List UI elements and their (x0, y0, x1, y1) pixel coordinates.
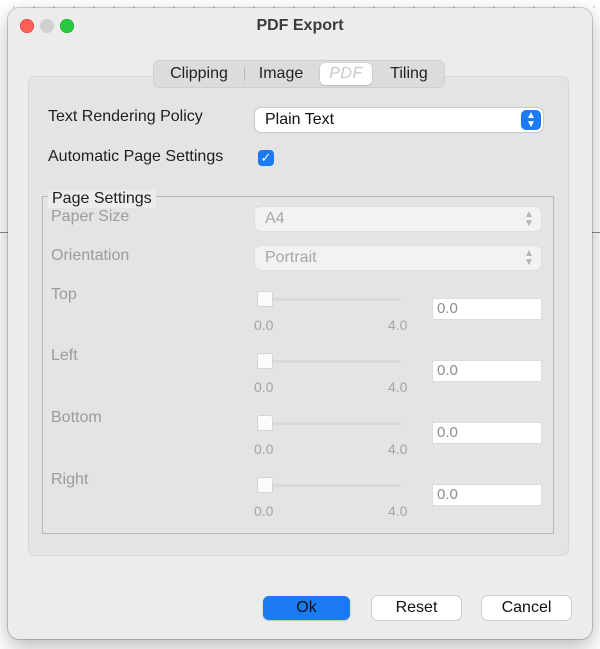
paper-size-select[interactable]: A4 ▲ ▼ (255, 207, 541, 231)
margin-right-slider[interactable] (258, 484, 401, 487)
margin-right-input[interactable]: 0.0 (432, 484, 542, 506)
margin-right-slider-thumb[interactable] (257, 477, 273, 495)
checkmark-icon: ✓ (260, 150, 272, 165)
margin-top-min-label: 0.0 (254, 317, 274, 333)
tab-image[interactable]: Image (244, 61, 318, 87)
margin-top-label: Top (51, 286, 77, 303)
tab-clipping-label: Clipping (170, 65, 228, 82)
paper-size-label: Paper Size (51, 208, 130, 225)
margin-bottom-slider-thumb[interactable] (257, 415, 273, 433)
margin-bottom-label: Bottom (51, 409, 102, 426)
tab-image-label: Image (258, 65, 304, 82)
margin-bottom-input[interactable]: 0.0 (432, 422, 542, 444)
margin-bottom-slider[interactable] (258, 422, 401, 425)
orientation-value: Portrait (265, 249, 317, 266)
tab-pdf[interactable]: PDF (318, 61, 374, 87)
window-title: PDF Export (256, 17, 344, 34)
text-rendering-policy-select[interactable]: Plain Text ▲ ▼ (255, 108, 543, 132)
margin-right-label: Right (51, 471, 89, 488)
automatic-page-settings-checkbox[interactable]: ✓ (258, 150, 274, 166)
tab-divider (244, 67, 245, 81)
paper-size-value: A4 (265, 210, 285, 227)
tab-clipping[interactable]: Clipping (154, 61, 244, 87)
margin-left-max-label: 4.0 (388, 379, 408, 395)
background-line-right (592, 232, 600, 233)
chevron-updown-icon: ▲ ▼ (524, 209, 534, 229)
tab-tiling-label: Tiling (390, 65, 428, 82)
ok-button[interactable]: Ok (263, 596, 350, 620)
margin-left-label: Left (51, 347, 78, 364)
orientation-label: Orientation (51, 247, 130, 264)
margin-top-slider[interactable] (258, 298, 401, 301)
background-line-left (0, 232, 8, 233)
margin-left-input[interactable]: 0.0 (432, 360, 542, 382)
margin-top-slider-thumb[interactable] (257, 291, 273, 309)
text-rendering-policy-label: Text Rendering Policy (48, 108, 203, 125)
margin-left-slider[interactable] (258, 360, 401, 363)
margin-left-min-label: 0.0 (254, 379, 274, 395)
margin-top-input[interactable]: 0.0 (432, 298, 542, 320)
text-rendering-policy-value: Plain Text (265, 111, 335, 128)
automatic-page-settings-label: Automatic Page Settings (48, 148, 224, 165)
pdf-export-dialog: PDF Export Clipping Image PDF Tiling Tex… (8, 8, 592, 639)
margin-right-max-label: 4.0 (388, 503, 408, 519)
reset-button[interactable]: Reset (372, 596, 461, 620)
chevron-updown-icon: ▲ ▼ (521, 110, 541, 130)
margin-bottom-max-label: 4.0 (388, 441, 408, 457)
page-settings-title: Page Settings (48, 190, 156, 208)
chevron-updown-icon: ▲ ▼ (524, 248, 534, 268)
cancel-button[interactable]: Cancel (482, 596, 571, 620)
tab-tiling[interactable]: Tiling (374, 61, 444, 87)
title-bar: PDF Export (8, 8, 592, 44)
orientation-select[interactable]: Portrait ▲ ▼ (255, 246, 541, 270)
margin-top-max-label: 4.0 (388, 317, 408, 333)
tab-bar: Clipping Image PDF Tiling (154, 61, 444, 87)
margin-left-slider-thumb[interactable] (257, 353, 273, 371)
margin-right-min-label: 0.0 (254, 503, 274, 519)
tab-pdf-label: PDF (329, 65, 363, 82)
margin-bottom-min-label: 0.0 (254, 441, 274, 457)
